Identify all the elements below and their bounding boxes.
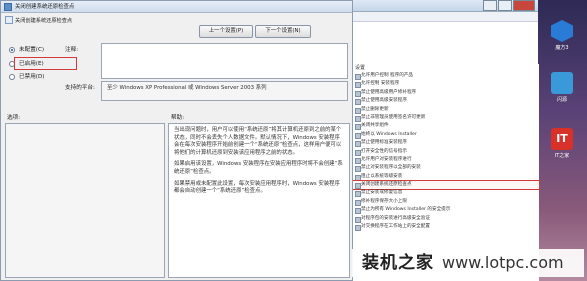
setting-icon [5,16,13,24]
policy-item[interactable]: 始终以 Windows Installer [353,131,539,140]
desktop-icon-label: 闪源 [556,97,567,103]
policy-item[interactable]: 禁止使用标准安装程序 [353,139,539,148]
policy-item[interactable]: 禁止安装或修复信息 [353,189,539,198]
enabled-highlight-box [14,57,77,70]
radio-dot-selected [9,47,15,53]
help-label: 帮助: [171,115,185,121]
policy-item[interactable]: 允许用户对安装程序进行 [353,156,539,165]
supported-platforms-box: 至少 Windows XP Professional 或 Windows Ser… [101,81,348,101]
next-setting-button[interactable]: 下一个设置(N) [255,25,311,38]
help-paragraph: 如果启用该设置，Windows 安装程序在安装应用程序时将不会创建“系统还原”检… [174,161,343,175]
policy-item[interactable]: 禁止为所有 Windows Installer 的安全提示 [353,206,539,215]
dialog-titlebar: 关闭创建系统还原检查点 [1,1,352,13]
radio-disabled[interactable]: 已禁用(D) [9,72,44,82]
close-button[interactable] [513,0,535,11]
comment-label: 注释: [65,47,79,53]
radio-label: 未配置(C) [19,47,45,53]
policy-item[interactable]: 允许用户控制 程序的产品 [353,72,539,81]
maximize-button[interactable] [498,0,512,11]
policy-item[interactable]: 允许控制 安装程序 [353,80,539,89]
help-paragraph: 如果禁用或未配置此设置，每次安装应用程序时，Windows 安装程序都会自动创建… [174,180,340,195]
help-panel: 当出现问题时，用户可以使用“系统还原”将其计算机还原到之前的某个状态，同时不会丢… [168,123,350,278]
policy-icon [4,3,12,11]
lightning-icon [551,72,573,94]
policy-list: 允许用户控制 程序的产品 允许控制 安装程序 禁止使用高级用户修补程序 禁止使用高级安… [352,72,540,232]
comment-textarea[interactable] [101,43,348,79]
policy-item[interactable]: 禁止使用高级用户修补程序 [353,89,539,98]
policy-item[interactable]: 禁止对安装程序以全部的安装 [353,164,539,173]
policy-item[interactable]: 修补程序保存大小上限 [353,198,539,207]
watermark-text: 装机之家 [362,253,434,273]
policy-item[interactable]: 关闭共享组件 [353,122,539,131]
settings-column-header: 设置 [355,65,366,71]
desktop-icon-ithome[interactable]: IT IT之家 [542,128,582,159]
radio-dot [9,74,15,80]
policy-item[interactable]: 对交换程序在工作站上的安全配置 [353,223,539,232]
desktop-icon-shanyuan[interactable]: 闪源 [542,72,582,103]
policy-setting-dialog: 关闭创建系统还原检查点 关闭创建系统还原检查点 上一个设置(P) 下一个设置(N… [0,0,353,281]
policy-item[interactable]: 对程序包的安装进行高级安全验证 [353,215,539,224]
desktop-icon-label: 魔方3 [555,45,569,51]
desktop-icon-mofang[interactable]: 魔方3 [542,20,582,51]
policy-item[interactable]: 阻止以系统等级安装 [353,173,539,182]
policy-item[interactable]: 禁止使用高级安装程序 [353,97,539,106]
supported-platforms-value: 至少 Windows XP Professional 或 Windows Ser… [107,85,267,91]
desktop-icon-label: IT之家 [554,153,570,159]
it-logo-icon: IT [551,128,573,150]
dialog-setting-name: 关闭创建系统还原检查点 [5,16,73,24]
dialog-title: 关闭创建系统还原检查点 [15,4,75,10]
policy-item[interactable]: 禁止非管理员使用签名许可更新 [353,114,539,123]
supported-platforms-label: 支持的平台: [65,85,95,91]
policy-item-highlighted[interactable]: 关闭创建系统还原检查点 [352,180,540,191]
help-paragraph: 当出现问题时，用户可以使用“系统还原”将其计算机还原到之前的某个状态，同时不会丢… [174,127,342,156]
radio-label: 已禁用(D) [19,74,45,80]
cube-icon [551,20,573,42]
minimize-button[interactable] [483,0,497,11]
setting-name-text: 关闭创建系统还原检查点 [15,18,73,24]
watermark-url: www.lotpc.com [442,253,564,272]
options-label: 选项: [7,115,21,121]
policy-item[interactable]: 禁止删除更新 [353,106,539,114]
help-text: 当出现问题时，用户可以使用“系统还原”将其计算机还原到之前的某个状态，同时不会丢… [169,124,349,203]
previous-setting-button[interactable]: 上一个设置(P) [199,25,253,38]
options-panel [5,123,165,278]
policy-item[interactable]: 打开安全性的信号指示 [353,148,539,156]
radio-not-configured[interactable]: 未配置(C) [9,45,44,55]
site-watermark: 装机之家 www.lotpc.com [352,249,584,277]
